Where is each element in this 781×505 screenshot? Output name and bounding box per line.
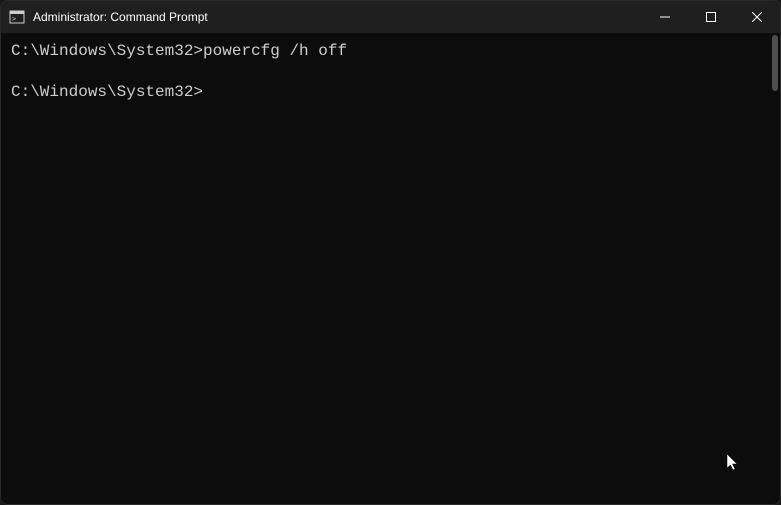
window-title: Administrator: Command Prompt — [33, 10, 208, 24]
svg-text:>_: >_ — [12, 15, 21, 23]
cmd-icon: >_ — [9, 9, 25, 25]
window-controls — [642, 1, 780, 33]
prompt-text: C:\Windows\System32> — [11, 83, 203, 101]
terminal-line: C:\Windows\System32>powercfg /h off — [11, 41, 770, 62]
terminal-output[interactable]: C:\Windows\System32>powercfg /h off C:\W… — [1, 33, 780, 504]
scrollbar[interactable] — [772, 35, 778, 91]
titlebar-left: >_ Administrator: Command Prompt — [9, 9, 208, 25]
maximize-button[interactable] — [688, 1, 734, 33]
prompt-text: C:\Windows\System32> — [11, 42, 203, 60]
terminal-line: C:\Windows\System32> — [11, 82, 770, 103]
close-button[interactable] — [734, 1, 780, 33]
command-prompt-window: >_ Administrator: Command Prompt — [0, 0, 781, 505]
minimize-button[interactable] — [642, 1, 688, 33]
mouse-cursor-icon — [726, 453, 742, 480]
titlebar[interactable]: >_ Administrator: Command Prompt — [1, 1, 780, 33]
command-text: powercfg /h off — [203, 42, 347, 60]
